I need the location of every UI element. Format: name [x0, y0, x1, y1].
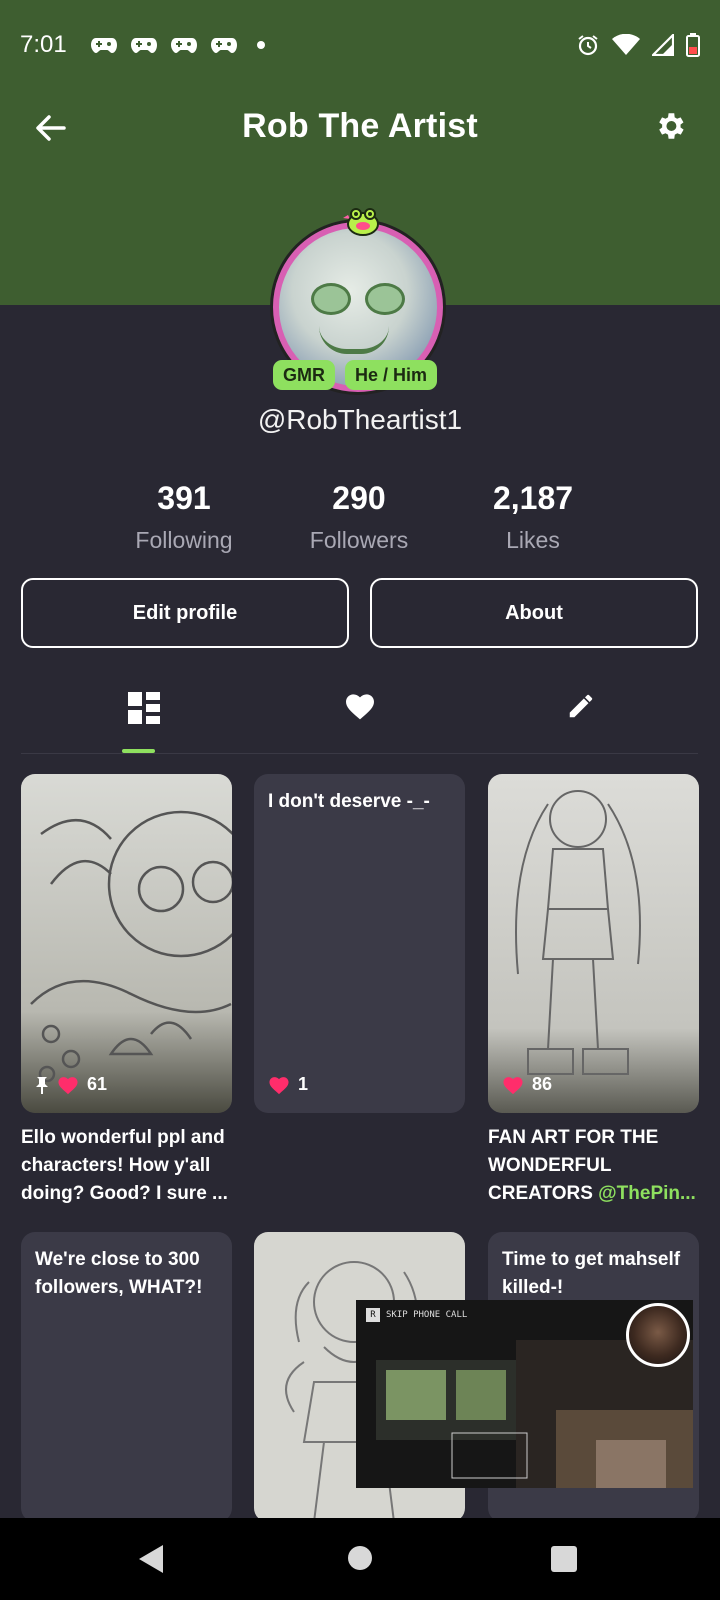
arrow-left-icon: [36, 115, 66, 141]
stat-value: 290: [332, 480, 386, 516]
post-stats: 1: [268, 1074, 308, 1095]
system-navigation-bar: [0, 1518, 720, 1600]
avatar-eye: [365, 283, 405, 315]
stat-label: Likes: [506, 527, 560, 553]
tab-posts[interactable]: [114, 676, 174, 754]
picture-in-picture-video[interactable]: R SKIP PHONE CALL: [356, 1300, 693, 1488]
top-navigation: Rob The Artist: [0, 90, 720, 162]
profile-tag-pronouns: He / Him: [345, 360, 438, 390]
frog-badge-icon: [343, 208, 379, 236]
nav-back-button[interactable]: [138, 1544, 164, 1574]
post-stats: 86: [502, 1074, 552, 1095]
post-card[interactable]: 86: [488, 774, 699, 1113]
tab-drafts[interactable]: [551, 676, 611, 754]
more-notifications-dot: [256, 41, 265, 49]
tab-liked[interactable]: [330, 676, 390, 754]
edit-profile-button[interactable]: Edit profile: [21, 578, 349, 648]
skip-phone-call-hint: R SKIP PHONE CALL: [366, 1308, 467, 1322]
streamer-avatar: [626, 1303, 690, 1367]
wifi-icon: [612, 34, 640, 55]
nav-recents-button[interactable]: [551, 1546, 577, 1572]
status-bar: 7:01: [0, 0, 720, 90]
gear-icon: [659, 113, 684, 139]
heart-icon: [346, 694, 374, 720]
battery-icon: [686, 33, 700, 57]
post-card[interactable]: 61: [21, 774, 232, 1113]
notification-icons: [90, 36, 265, 54]
stat-label: Followers: [309, 527, 409, 553]
text-post-content: Time to get mahself killed-!: [502, 1249, 681, 1298]
post-sketch-image: [21, 774, 232, 1113]
avatar-mouth: [319, 326, 389, 354]
system-icons: [576, 33, 700, 57]
avatar-eye: [311, 283, 351, 315]
game-controller-icon: [130, 38, 157, 53]
page-title: Rob The Artist: [242, 106, 478, 145]
nav-home-button[interactable]: [348, 1546, 372, 1570]
alarm-icon: [578, 35, 598, 56]
skip-key: R: [366, 1308, 380, 1322]
game-controller-icon: [210, 38, 237, 53]
heart-icon: [503, 1076, 523, 1094]
text-post-content: We're close to 300 followers, WHAT?!: [35, 1249, 203, 1298]
profile-avatar-group: GMR He / Him: [273, 208, 448, 392]
pencil-icon: [569, 694, 593, 718]
status-time: 7:01: [20, 31, 67, 58]
heart-icon: [58, 1076, 78, 1094]
signal-icon: [652, 34, 674, 56]
text-post-content: I don't deserve -_-: [268, 791, 430, 812]
stat-value: 2,187: [492, 480, 574, 516]
grid-icon: [128, 692, 160, 724]
like-count: 86: [532, 1074, 553, 1094]
stat-followers[interactable]: 290 Followers: [274, 480, 444, 554]
stat-likes[interactable]: 2,187 Likes: [448, 480, 618, 554]
stat-value: 391: [157, 480, 211, 516]
pin-icon: [36, 1076, 48, 1094]
caption-mention[interactable]: @ThePin...: [598, 1183, 696, 1204]
stat-following[interactable]: 391 Following: [99, 480, 269, 554]
settings-button[interactable]: [648, 104, 692, 148]
game-controller-icon: [90, 38, 117, 53]
post-card[interactable]: I don't deserve -_- 1: [254, 774, 465, 1113]
post-stats: 61: [35, 1074, 107, 1095]
profile-tabs: [21, 676, 698, 754]
skip-label: SKIP PHONE CALL: [386, 1310, 468, 1320]
like-count: 1: [298, 1074, 309, 1094]
post-caption[interactable]: Ello wonderful ppl and characters! How y…: [21, 1124, 232, 1210]
active-tab-indicator: [122, 749, 155, 753]
heart-icon: [269, 1076, 289, 1094]
stat-label: Following: [135, 527, 233, 553]
like-count: 61: [87, 1074, 108, 1094]
post-caption[interactable]: FAN ART FOR THE WONDERFUL CREATORS @TheP…: [488, 1124, 699, 1210]
about-button[interactable]: About: [370, 578, 698, 648]
profile-tag-gmr: GMR: [273, 360, 335, 390]
profile-handle: @RobTheartist1: [257, 404, 463, 435]
game-controller-icon: [170, 38, 197, 53]
back-button[interactable]: [30, 108, 70, 148]
post-sketch-image: [488, 774, 699, 1113]
post-card[interactable]: We're close to 300 followers, WHAT?!: [21, 1232, 232, 1522]
